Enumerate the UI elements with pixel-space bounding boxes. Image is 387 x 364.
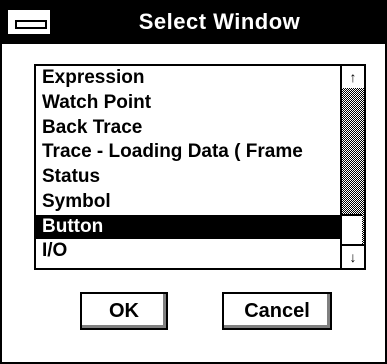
select-window-dialog: Select Window Expression Watch Point Bac… <box>0 0 387 364</box>
list-item[interactable]: Back Trace <box>36 116 342 141</box>
list-item[interactable]: Status <box>36 165 342 190</box>
cancel-button[interactable]: Cancel <box>222 292 332 330</box>
scroll-down-button[interactable]: ↓ <box>342 244 364 268</box>
list-item[interactable]: Expression <box>36 66 342 91</box>
window-list[interactable]: Expression Watch Point Back Trace Trace … <box>34 64 366 270</box>
system-menu-icon <box>15 20 47 29</box>
list-item-selected[interactable]: Button <box>36 214 342 240</box>
arrow-up-icon: ↑ <box>349 69 357 85</box>
scroll-up-button[interactable]: ↑ <box>342 66 364 90</box>
window-list-items: Expression Watch Point Back Trace Trace … <box>36 66 342 268</box>
list-item[interactable]: Symbol <box>36 190 342 215</box>
arrow-down-icon: ↓ <box>349 249 357 265</box>
vertical-scrollbar[interactable]: ↑ ↓ <box>340 66 364 268</box>
ok-button[interactable]: OK <box>80 292 168 330</box>
scroll-thumb[interactable] <box>342 214 362 246</box>
list-item[interactable]: Trace - Loading Data ( Frame <box>36 140 342 165</box>
system-menu-box[interactable] <box>6 8 52 36</box>
dialog-title: Select Window <box>138 9 301 34</box>
list-item[interactable]: Watch Point <box>36 91 342 116</box>
title-bar[interactable]: Select Window <box>2 2 385 44</box>
list-item[interactable]: I/O <box>36 239 342 264</box>
